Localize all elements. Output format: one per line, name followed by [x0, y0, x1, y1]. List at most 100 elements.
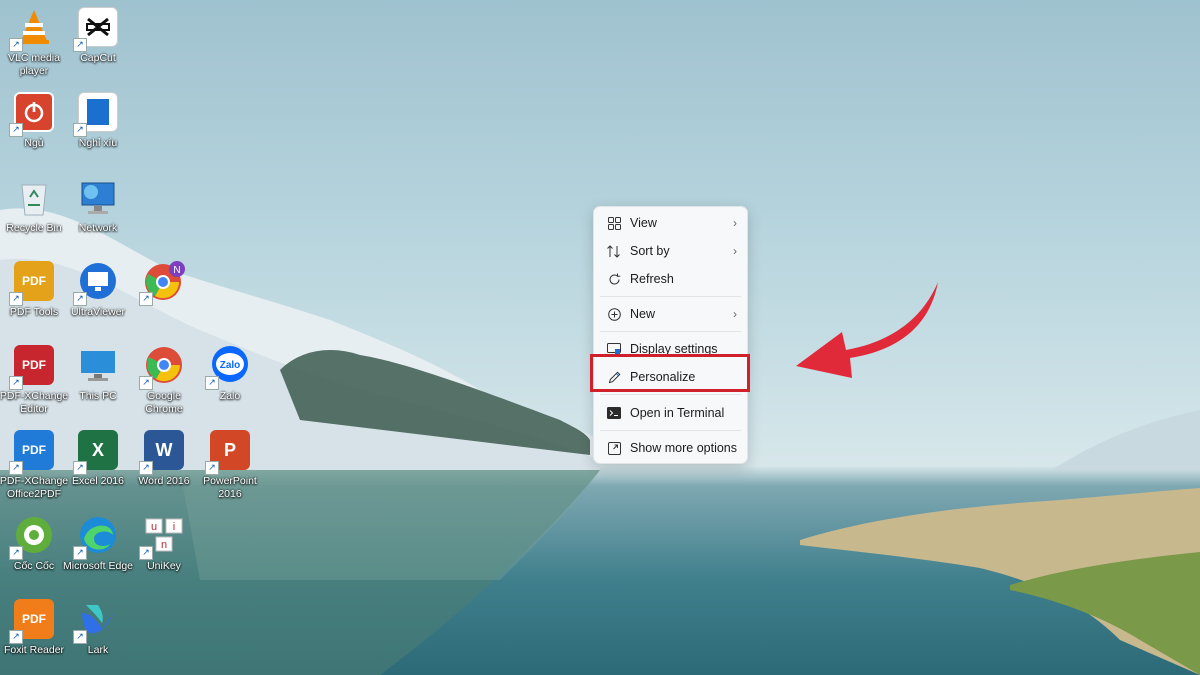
- desktop-icon-label: Excel 2016: [72, 475, 124, 487]
- desktop-icon-label: Network: [78, 222, 118, 234]
- annotation-highlight-box: [590, 354, 750, 392]
- desktop-icon-capcut[interactable]: ↗ CapCut: [64, 2, 132, 84]
- plus-circle-icon: [607, 307, 621, 321]
- shortcut-arrow-icon: ↗: [9, 546, 23, 560]
- shortcut-arrow-icon: ↗: [73, 461, 87, 475]
- shortcut-arrow-icon: ↗: [139, 461, 153, 475]
- desktop-icon-label: Recycle Bin: [6, 222, 62, 234]
- desktop-icon-label: Zalo: [219, 390, 241, 402]
- menu-item-label: Show more options: [630, 441, 738, 455]
- shortcut-arrow-icon: ↗: [205, 376, 219, 390]
- desktop-icon-ngu[interactable]: ↗ Ngủ: [0, 87, 68, 169]
- menu-item-refresh[interactable]: Refresh: [594, 267, 749, 291]
- excel-glyph-text: X: [91, 439, 104, 460]
- shortcut-arrow-icon: ↗: [73, 546, 87, 560]
- foxit-glyph-text: PDF: [22, 612, 46, 626]
- powerpoint-glyph-text: P: [223, 439, 236, 460]
- annotation-arrow: [796, 282, 938, 378]
- desktop-icon-label: Ngủ: [24, 137, 44, 149]
- unikey-glyph-u: u: [151, 521, 157, 533]
- chevron-right-icon: ›: [733, 244, 737, 258]
- desktop-icon-pdf-xchange-editor[interactable]: PDF ↗ PDF-XChange Editor: [0, 340, 68, 422]
- menu-item-new[interactable]: New ›: [594, 302, 749, 326]
- desktop-icon-label: UltraViewer: [70, 306, 126, 318]
- shortcut-arrow-icon: ↗: [9, 123, 23, 137]
- desktop-icon-coccoc[interactable]: ↗ Cốc Cốc: [0, 510, 68, 592]
- shortcut-arrow-icon: ↗: [73, 292, 87, 306]
- menu-item-view[interactable]: View ›: [594, 211, 749, 235]
- desktop-icon-label: Foxit Reader: [3, 644, 65, 656]
- desktop-icon-ultraviewer[interactable]: ↗ UltraViewer: [64, 256, 132, 338]
- menu-item-label: Refresh: [630, 272, 674, 286]
- desktop-icon-pdf-tools[interactable]: PDF ↗ PDF Tools: [0, 256, 68, 338]
- menu-item-label: Sort by: [630, 244, 670, 258]
- desktop-icon-label: PDF-XChange Editor: [0, 390, 69, 415]
- desktop-icon-label: Lark: [87, 644, 109, 656]
- desktop-icon-this-pc[interactable]: This PC: [64, 340, 132, 422]
- desktop-icon-label: Cốc Cốc: [13, 560, 55, 572]
- desktop-icon-unikey[interactable]: u in ↗ UniKey: [130, 510, 198, 592]
- desktop-icon-word[interactable]: W ↗ Word 2016: [130, 425, 198, 507]
- shortcut-arrow-icon: ↗: [9, 461, 23, 475]
- chevron-right-icon: ›: [733, 216, 737, 230]
- desktop-icon-label: PowerPoint 2016: [203, 475, 257, 500]
- desktop-icon-label: PDF-XChange Office2PDF: [0, 475, 69, 500]
- network-icon: [81, 182, 115, 214]
- desktop-icon-powerpoint[interactable]: P ↗ PowerPoint 2016: [196, 425, 264, 507]
- grid-icon: [607, 216, 621, 230]
- shortcut-arrow-icon: ↗: [9, 38, 23, 52]
- office2pdf-glyph-text: PDF: [22, 443, 46, 457]
- unikey-glyph-n: n: [161, 539, 167, 551]
- menu-separator: [600, 296, 741, 297]
- menu-separator: [600, 394, 741, 395]
- desktop-icon-label: This PC: [79, 390, 117, 402]
- shortcut-arrow-icon: ↗: [73, 123, 87, 137]
- this-pc-icon: [81, 351, 115, 381]
- sort-icon: [607, 244, 621, 258]
- desktop-icon-label: Nghỉ xíu: [78, 137, 118, 149]
- pdf-tools-glyph-text: PDF: [22, 274, 46, 288]
- shortcut-arrow-icon: ↗: [139, 546, 153, 560]
- desktop-icon-zalo[interactable]: Zalo ↗ Zalo: [196, 340, 264, 422]
- chevron-right-icon: ›: [733, 307, 737, 321]
- zalo-glyph-text: Zalo: [220, 360, 241, 371]
- desktop-icon-network[interactable]: Network: [64, 172, 132, 254]
- pdf-xchange-editor-glyph-text: PDF: [22, 358, 46, 372]
- desktop-icon-label: VLC media player: [8, 52, 60, 77]
- menu-item-label: New: [630, 307, 656, 321]
- refresh-icon: [607, 272, 621, 286]
- desktop-icon-nghi-xiu[interactable]: ↗ Nghỉ xíu: [64, 87, 132, 169]
- menu-item-label: View: [630, 216, 657, 230]
- desktop-icon-label: CapCut: [80, 52, 116, 64]
- desktop-icon-google-chrome[interactable]: ↗ Google Chrome: [130, 340, 198, 422]
- shortcut-arrow-icon: ↗: [73, 38, 87, 52]
- desktop-icon-office2pdf[interactable]: PDF ↗ PDF-XChange Office2PDF: [0, 425, 68, 507]
- menu-item-show-more-options[interactable]: Show more options: [594, 436, 749, 460]
- recycle-bin-icon: [21, 184, 47, 216]
- menu-item-sort-by[interactable]: Sort by ›: [594, 239, 749, 263]
- shortcut-arrow-icon: ↗: [9, 292, 23, 306]
- shortcut-arrow-icon: ↗: [205, 461, 219, 475]
- shortcut-arrow-icon: ↗: [139, 376, 153, 390]
- desktop-icon-label: Google Chrome: [145, 390, 183, 415]
- shortcut-arrow-icon: ↗: [9, 630, 23, 644]
- shortcut-arrow-icon: ↗: [73, 630, 87, 644]
- desktop-icon-lark[interactable]: ↗ Lark: [64, 594, 132, 675]
- menu-separator: [600, 331, 741, 332]
- terminal-icon: [607, 406, 621, 420]
- desktop-icon-edge[interactable]: ↗ Microsoft Edge: [62, 510, 134, 592]
- word-glyph-text: W: [155, 439, 173, 460]
- desktop-icon-label: Word 2016: [138, 475, 190, 487]
- desktop-icon-excel[interactable]: X ↗ Excel 2016: [64, 425, 132, 507]
- desktop-icon-recycle-bin[interactable]: Recycle Bin: [0, 172, 68, 254]
- desktop-icon-label: PDF Tools: [9, 306, 59, 318]
- desktop-icon-foxit-reader[interactable]: PDF ↗ Foxit Reader: [0, 594, 68, 675]
- unikey-glyph-i: i: [173, 521, 175, 533]
- desktop[interactable]: ↗ VLC media player ↗ Ngủ Recycle Bin PDF…: [0, 0, 1200, 675]
- expand-icon: [607, 441, 621, 455]
- desktop-icon-chrome-profile[interactable]: N ↗: [130, 256, 198, 338]
- desktop-icon-vlc[interactable]: ↗ VLC media player: [0, 2, 68, 84]
- menu-item-open-in-terminal[interactable]: Open in Terminal: [594, 401, 749, 425]
- desktop-icon-label: Microsoft Edge: [62, 560, 134, 572]
- chrome-profile-badge: N: [173, 265, 180, 276]
